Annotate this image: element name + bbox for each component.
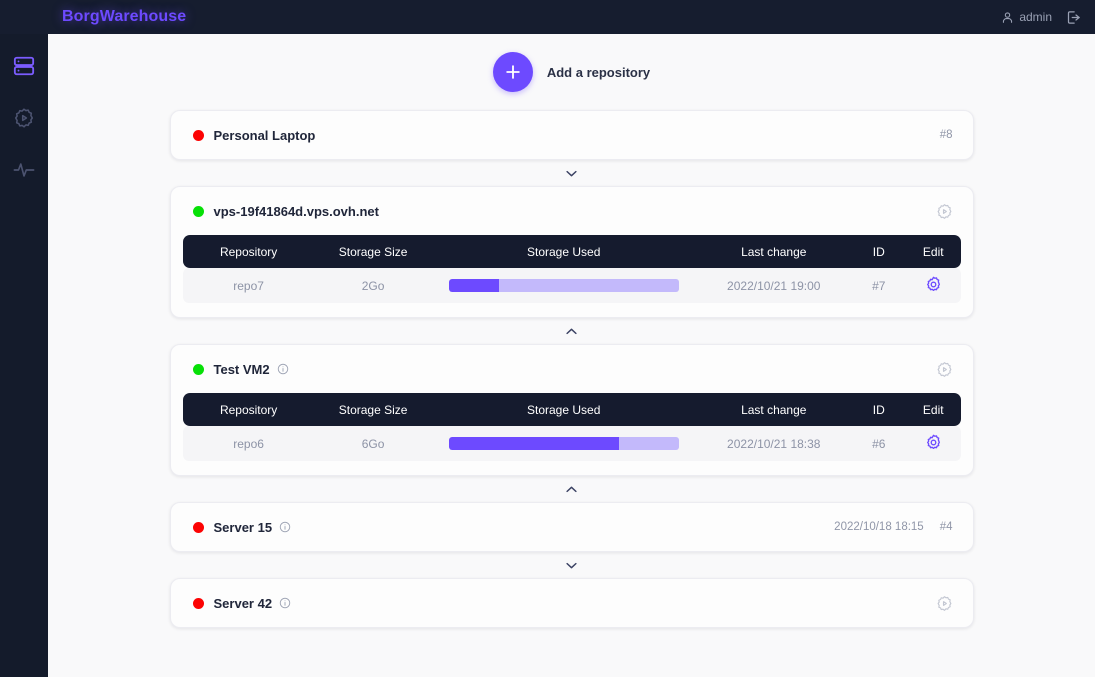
repository-id: #4 [940,521,953,533]
table-header-last-change: Last change [696,393,852,426]
repository-header-right: #8 [940,129,953,141]
repository-title: Server 15 [214,520,273,535]
cell-repository: repo6 [183,426,315,461]
repository-id: #8 [940,129,953,141]
gear-play-icon [13,107,35,129]
storage-used-bar [449,279,679,292]
sidebar-item-status[interactable] [0,144,48,196]
table-header-storage-size: Storage Size [315,393,432,426]
app-root: BorgWarehouse admin [0,0,1095,677]
user-icon [1001,11,1014,24]
repository-title: Personal Laptop [214,128,316,143]
repository-table: RepositoryStorage SizeStorage UsedLast c… [183,393,961,461]
repository-card[interactable]: Test VM2 RepositoryStorage SizeStorage Us… [170,344,974,476]
repository-card-header[interactable]: Test VM2 [171,345,973,393]
top-bar: BorgWarehouse admin [0,0,1095,34]
repository-header-right [936,595,953,612]
table-header-last-change: Last change [696,235,852,268]
cell-id: #6 [852,426,906,461]
storage-used-bar-fill [449,437,619,450]
table-row[interactable]: repo72Go 2022/10/21 19:00#7 [183,268,961,303]
status-dot-red [193,522,204,533]
gear-icon[interactable] [925,276,942,293]
info-icon[interactable] [277,363,289,375]
storage-used-bar-fill [449,279,500,292]
repository-title: Test VM2 [214,362,270,377]
status-dot-red [193,130,204,141]
server-icon [13,55,35,77]
sidebar [0,0,48,677]
repository-header-right [936,203,953,220]
repository-card-header[interactable]: Server 42 [171,579,973,627]
status-dot-green [193,364,204,375]
status-dot-green [193,206,204,217]
storage-used-bar [449,437,679,450]
table-header-storage-size: Storage Size [315,235,432,268]
table-header-storage-used: Storage Used [431,393,696,426]
cell-repository: repo7 [183,268,315,303]
table-header-repository: Repository [183,235,315,268]
table-header-repository: Repository [183,393,315,426]
user-name: admin [1019,10,1052,24]
repository-table: RepositoryStorage SizeStorage UsedLast c… [183,235,961,303]
repository-card[interactable]: Server 15 2022/10/18 18:15 #4 [170,502,974,552]
app-brand: BorgWarehouse [62,8,186,26]
chevron-down-icon[interactable] [170,552,974,578]
gear-icon[interactable] [925,434,942,451]
info-icon[interactable] [279,521,291,533]
repository-card[interactable]: Personal Laptop #8 [170,110,974,160]
table-header-id: ID [852,235,906,268]
chevron-up-icon[interactable] [170,476,974,502]
chevron-up-icon[interactable] [170,318,974,344]
status-dot-red [193,598,204,609]
table-header-row: RepositoryStorage SizeStorage UsedLast c… [183,235,961,268]
repository-header-right [936,361,953,378]
repository-card[interactable]: vps-19f41864d.vps.ovh.netRepositoryStora… [170,186,974,318]
chevron-down-icon[interactable] [170,160,974,186]
cell-last-change: 2022/10/21 18:38 [696,426,852,461]
repository-last-change: 2022/10/18 18:15 [834,521,924,533]
gear-play-icon[interactable] [936,361,953,378]
gear-play-icon[interactable] [936,595,953,612]
cell-edit [906,268,960,303]
top-bar-right: admin [1001,10,1081,25]
repository-title: Server 42 [214,596,273,611]
repository-list: Personal Laptop #8 vps-19f41864d.vps.ovh.n… [170,92,974,633]
repository-table-wrapper: RepositoryStorage SizeStorage UsedLast c… [171,235,973,317]
add-repository-label: Add a repository [547,65,650,80]
user-menu[interactable]: admin [1001,10,1052,24]
cell-storage-size: 2Go [315,268,432,303]
repository-card-header[interactable]: vps-19f41864d.vps.ovh.net [171,187,973,235]
logout-button[interactable] [1066,10,1081,25]
cell-last-change: 2022/10/21 19:00 [696,268,852,303]
add-repository-button[interactable]: Add a repository [48,52,1095,92]
plus-icon [493,52,533,92]
repository-title: vps-19f41864d.vps.ovh.net [214,204,379,219]
repository-card[interactable]: Server 42 [170,578,974,628]
table-header-edit: Edit [906,393,960,426]
repository-card-header[interactable]: Personal Laptop #8 [171,111,973,159]
activity-pulse-icon [13,159,35,181]
sidebar-item-repositories[interactable] [0,40,48,92]
table-header-edit: Edit [906,235,960,268]
sidebar-item-account[interactable] [0,92,48,144]
table-row[interactable]: repo66Go 2022/10/21 18:38#6 [183,426,961,461]
repository-header-right: 2022/10/18 18:15 #4 [834,521,952,533]
cell-storage-size: 6Go [315,426,432,461]
gear-play-icon[interactable] [936,203,953,220]
cell-edit [906,426,960,461]
info-icon[interactable] [279,597,291,609]
list-spacer [170,628,974,633]
cell-storage-used [431,426,696,461]
repository-card-header[interactable]: Server 15 2022/10/18 18:15 #4 [171,503,973,551]
table-header-row: RepositoryStorage SizeStorage UsedLast c… [183,393,961,426]
main-content: Add a repository Personal Laptop #8 vps-19… [48,34,1095,677]
table-header-id: ID [852,393,906,426]
table-header-storage-used: Storage Used [431,235,696,268]
cell-id: #7 [852,268,906,303]
cell-storage-used [431,268,696,303]
repository-table-wrapper: RepositoryStorage SizeStorage UsedLast c… [171,393,973,475]
